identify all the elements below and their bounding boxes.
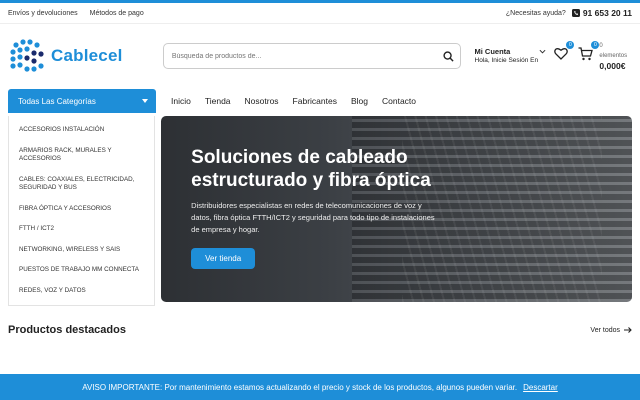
logo-icon [10, 39, 44, 72]
notice-banner: AVISO IMPORTANTE: Por mantenimiento esta… [0, 374, 640, 400]
nav-nosotros[interactable]: Nosotros [245, 96, 279, 106]
category-list: ACCESORIOS INSTALACIÓN ARMARIOS RACK, MU… [8, 116, 156, 306]
header: Cablecel Mi Cuenta Hola, Inicie Sesión E… [0, 24, 640, 88]
account-title: Mi Cuenta [474, 47, 511, 56]
search-box[interactable] [162, 43, 461, 69]
search-icon[interactable] [442, 50, 454, 62]
phone-icon [571, 9, 580, 17]
logo[interactable]: Cablecel [8, 37, 158, 75]
search-input[interactable] [171, 52, 422, 60]
category-item-networking[interactable]: NETWORKING, WIRELESS Y SAIS [19, 240, 144, 261]
nav-tienda[interactable]: Tienda [205, 96, 231, 106]
nav-fabricantes[interactable]: Fabricantes [293, 96, 337, 106]
help-label: ¿Necesitas ayuda? [505, 9, 566, 17]
wishlist-count-badge: 0 [566, 41, 575, 49]
cart-total: 0,000€ [599, 61, 626, 71]
see-all-label: Ver todos [590, 326, 620, 334]
main-content: ACCESORIOS INSTALACIÓN ARMARIOS RACK, MU… [0, 116, 640, 306]
category-item-accesorios[interactable]: ACCESORIOS INSTALACIÓN [19, 120, 144, 141]
dismiss-notice-button[interactable]: Descartar [523, 383, 558, 392]
category-item-redes[interactable]: REDES, VOZ Y DATOS [19, 281, 144, 302]
featured-products-header: Productos destacados Ver todos [0, 324, 640, 336]
hero-description: Distribuidores especialistas en redes de… [191, 201, 435, 234]
notice-text: AVISO IMPORTANTE: Por mantenimiento esta… [82, 382, 518, 392]
account-subtitle: Hola, Inicie Sesión En [474, 57, 539, 64]
heart-icon [554, 48, 569, 60]
cart-count-badge: 0 [591, 40, 600, 49]
nav-contacto[interactable]: Contacto [382, 96, 416, 106]
main-menu: Inicio Tienda Nosotros Fabricantes Blog … [171, 96, 416, 106]
chevron-down-icon [539, 49, 546, 54]
account-menu[interactable]: Mi Cuenta Hola, Inicie Sesión En [475, 47, 547, 65]
hero-title: Soluciones de cableado estructurado y fi… [191, 147, 431, 191]
view-shop-button[interactable]: Ver tienda [191, 248, 256, 269]
navigation-row: Todas Las Categorías Inicio Tienda Nosot… [0, 88, 640, 114]
cart-icon [578, 46, 594, 60]
phone-number[interactable]: 91 653 20 11 [571, 8, 632, 18]
all-categories-button[interactable]: Todas Las Categorías [8, 89, 156, 113]
shipping-returns-link[interactable]: Envíos y devoluciones [8, 10, 78, 17]
featured-title: Productos destacados [8, 324, 126, 336]
nav-inicio[interactable]: Inicio [171, 96, 191, 106]
category-item-cables[interactable]: CABLES: COAXIALES, ELECTRICIDAD, SEGURID… [19, 170, 144, 199]
category-item-fibra[interactable]: FIBRA ÓPTICA Y ACCESORIOS [19, 199, 144, 220]
category-item-ftth[interactable]: FTTH / ICT2 [19, 219, 144, 240]
cart-button[interactable]: 0 [578, 40, 600, 66]
category-item-puestos[interactable]: PUESTOS DE TRABAJO MM CONNECTA [19, 260, 144, 281]
all-categories-label: Todas Las Categorías [18, 96, 96, 106]
nav-blog[interactable]: Blog [351, 96, 368, 106]
arrow-right-icon [624, 327, 632, 333]
cart-summary[interactable]: 0 elementos 0,000€ [599, 41, 632, 71]
payment-methods-link[interactable]: Métodos de pago [90, 10, 144, 17]
logo-text: Cablecel [51, 46, 123, 65]
cart-items-label: 0 elementos [599, 43, 628, 59]
wishlist-button[interactable]: 0 [554, 41, 575, 65]
top-bar: Envíos y devoluciones Métodos de pago ¿N… [0, 3, 640, 24]
category-item-armarios[interactable]: ARMARIOS RACK, MURALES Y ACCESORIOS [19, 141, 144, 170]
see-all-link[interactable]: Ver todos [590, 327, 632, 334]
hero-banner: Soluciones de cableado estructurado y fi… [161, 116, 632, 302]
caret-down-icon [142, 99, 148, 103]
phone-text: 91 653 20 11 [582, 8, 632, 18]
